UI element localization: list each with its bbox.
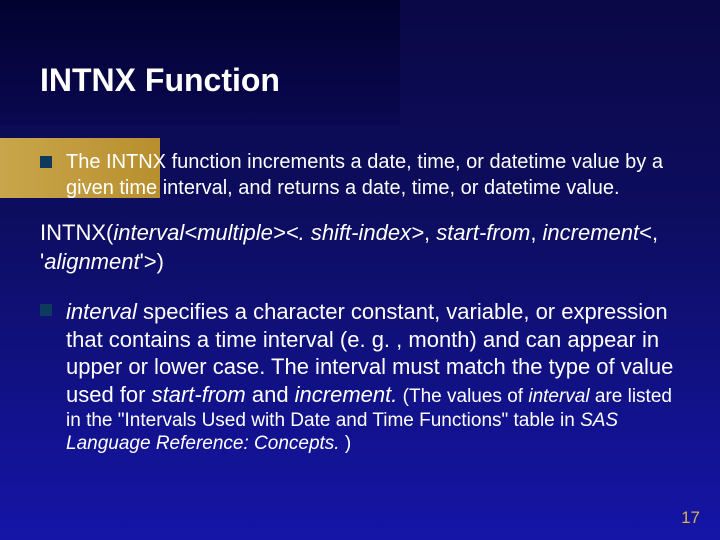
syn-p3: , bbox=[424, 220, 436, 245]
t5: ) bbox=[340, 433, 352, 454]
syn-p8: alignment bbox=[44, 249, 139, 274]
page-number: 17 bbox=[681, 508, 700, 528]
syntax-line: INTNX(interval<multiple><. shift-index>,… bbox=[40, 219, 686, 276]
d5: increment. bbox=[295, 382, 398, 407]
bullet-item-2: interval specifies a character constant,… bbox=[40, 298, 686, 456]
bullet-item-1: The INTNX function increments a date, ti… bbox=[40, 150, 686, 201]
syn-p1: INTNX( bbox=[40, 220, 113, 245]
d4: and bbox=[246, 382, 295, 407]
bullet-text-2: interval specifies a character constant,… bbox=[66, 298, 686, 456]
slide-title: INTNX Function bbox=[40, 62, 280, 99]
t2: interval bbox=[528, 386, 589, 407]
bullet-text-1: The INTNX function increments a date, ti… bbox=[66, 150, 686, 201]
syn-p9: '>) bbox=[140, 249, 164, 274]
syn-p2: interval<multiple><. shift-index> bbox=[113, 220, 424, 245]
t1: (The values of bbox=[397, 386, 528, 407]
d3: start-from bbox=[152, 382, 246, 407]
syn-p5: , bbox=[530, 220, 542, 245]
slide-content: The INTNX function increments a date, ti… bbox=[40, 150, 686, 474]
syn-p6: increment bbox=[543, 220, 640, 245]
square-bullet-icon bbox=[40, 156, 52, 168]
square-bullet-icon bbox=[40, 304, 52, 316]
d1: interval bbox=[66, 299, 137, 324]
syn-p4: start-from bbox=[436, 220, 530, 245]
